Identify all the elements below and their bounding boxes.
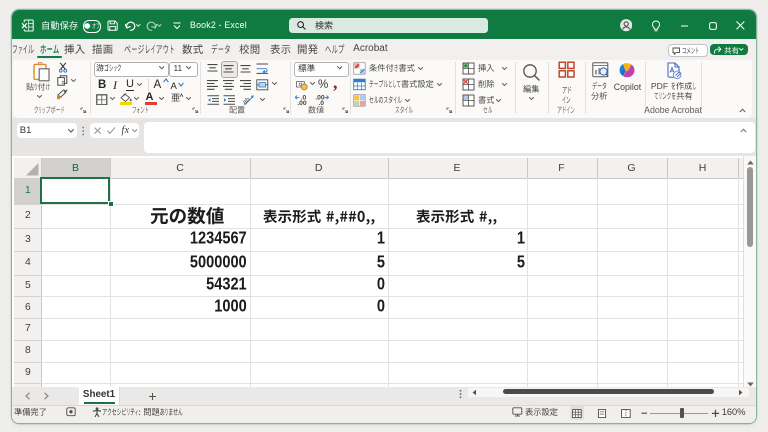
svg-text:ab: ab xyxy=(243,96,252,106)
svg-text:.0: .0 xyxy=(318,100,324,105)
svg-text:.00: .00 xyxy=(297,100,307,105)
